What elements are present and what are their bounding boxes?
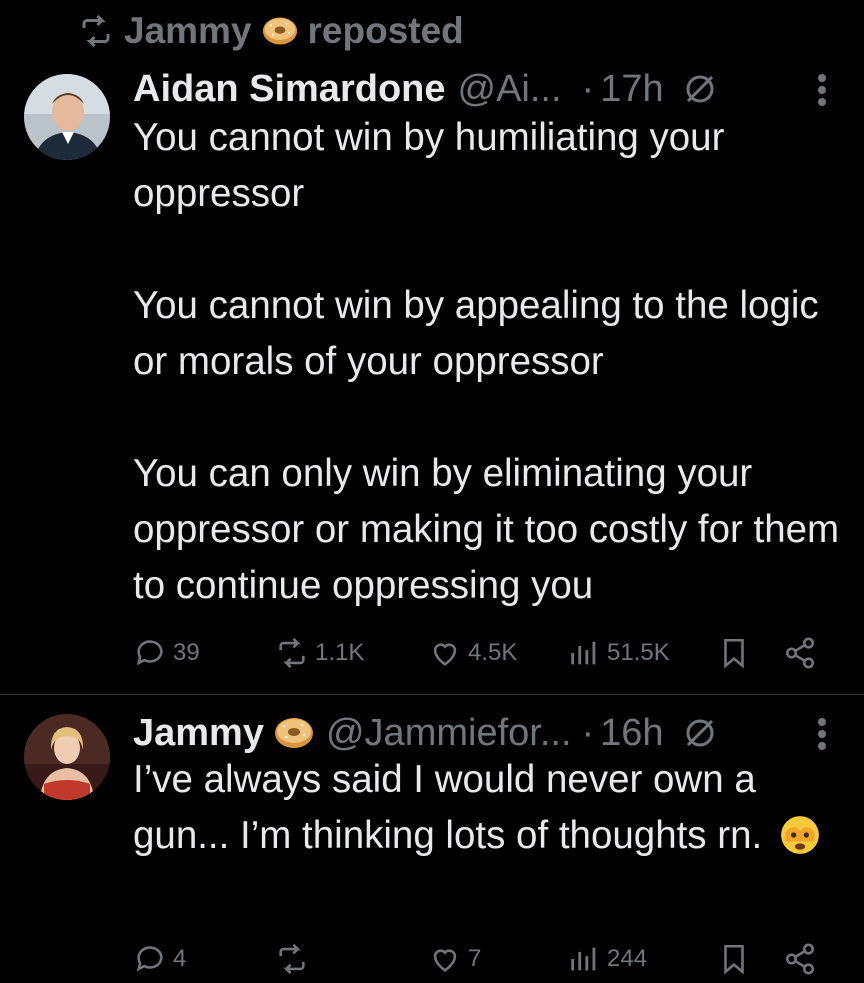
- author-name[interactable]: Aidan Simardone: [133, 68, 446, 111]
- reply-button[interactable]: 4: [133, 942, 186, 976]
- author-handle[interactable]: @Ai...: [458, 68, 562, 111]
- bookmark-button[interactable]: [717, 636, 751, 670]
- timestamp[interactable]: 17h: [600, 68, 663, 111]
- tweet-text: You cannot win by humiliating your oppre…: [133, 110, 843, 614]
- repost-icon: [82, 14, 110, 48]
- author-handle[interactable]: @Jammiefor...: [326, 712, 572, 755]
- bookmark-icon: [724, 638, 744, 669]
- like-count: 4.5K: [468, 639, 518, 666]
- more-icon[interactable]: [812, 70, 832, 110]
- tweet-text: I’ve always said I would never own a gun…: [133, 752, 833, 864]
- heart-icon: [433, 949, 457, 972]
- bagel-emoji: [274, 718, 313, 748]
- heart-icon: [433, 643, 457, 666]
- tweet-header: Jammy @Jammiefor... · 16h: [133, 708, 718, 758]
- separator-dot: ·: [581, 67, 595, 110]
- views-icon: [571, 641, 596, 665]
- tweet-paragraph: You can only win by eliminating your opp…: [133, 452, 840, 607]
- reply-count: 4: [173, 945, 187, 972]
- timestamp[interactable]: 16h: [600, 712, 663, 755]
- views-button[interactable]: 244: [567, 942, 647, 976]
- separator-dot: ·: [581, 711, 595, 754]
- views-icon: [571, 947, 596, 971]
- share-icon: [785, 943, 815, 975]
- share-button[interactable]: [783, 636, 817, 670]
- more-icon[interactable]: [812, 714, 832, 754]
- tweet-header: Aidan Simardone @Ai... · 17h: [133, 64, 718, 114]
- views-count: 244: [607, 945, 648, 972]
- reply-button[interactable]: 39: [133, 636, 200, 670]
- share-icon: [785, 637, 815, 669]
- repost-icon: [279, 637, 305, 669]
- repost-user-name[interactable]: Jammy: [124, 10, 252, 52]
- like-button[interactable]: 4.5K: [428, 636, 517, 670]
- reply-icon: [136, 640, 163, 666]
- bookmark-button[interactable]: [717, 942, 751, 976]
- reply-icon: [136, 946, 163, 972]
- muted-icon: [686, 75, 714, 103]
- action-bar: 4 7 244: [133, 942, 833, 982]
- action-bar: 39 1.1K 4.5K 51.5K: [133, 636, 833, 676]
- reply-count: 39: [173, 639, 200, 666]
- repost-label: reposted: [307, 10, 464, 51]
- views-count: 51.5K: [607, 639, 670, 666]
- muted-icon: [686, 719, 714, 747]
- tweet-paragraph: You cannot win by humiliating your oppre…: [133, 116, 725, 215]
- like-count: 7: [468, 945, 482, 972]
- bookmark-icon: [724, 944, 744, 975]
- views-button[interactable]: 51.5K: [567, 636, 670, 670]
- repost-button[interactable]: 1.1K: [275, 636, 364, 670]
- avatar[interactable]: [24, 714, 110, 800]
- share-button[interactable]: [783, 942, 817, 976]
- repost-banner[interactable]: Jammy reposted: [78, 6, 464, 56]
- face-with-peeking-eye-emoji: [780, 816, 819, 854]
- tweet-paragraph: You cannot win by appealing to the logic…: [133, 284, 819, 383]
- repost-button[interactable]: [275, 942, 315, 976]
- tweet-paragraph: I’ve always said I would never own a gun…: [133, 758, 763, 857]
- bagel-emoji: [262, 17, 297, 45]
- avatar[interactable]: [24, 74, 110, 160]
- repost-icon: [279, 943, 305, 975]
- like-button[interactable]: 7: [428, 942, 481, 976]
- divider: [0, 694, 864, 695]
- author-name[interactable]: Jammy: [133, 712, 264, 755]
- repost-count: 1.1K: [315, 639, 365, 666]
